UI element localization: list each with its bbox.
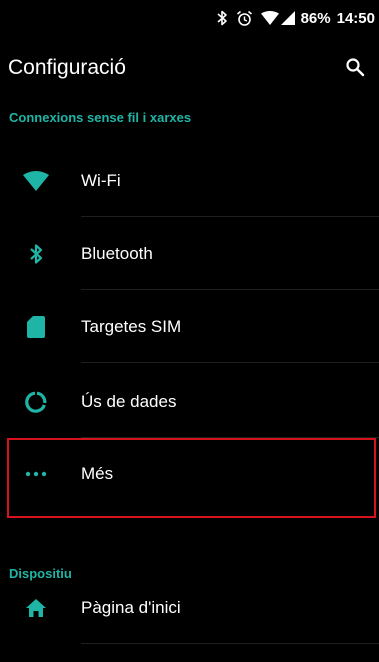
search-button[interactable] [341, 53, 369, 81]
divider [81, 216, 379, 217]
settings-item-home[interactable]: Pàgina d'inici [0, 572, 379, 644]
settings-item-label: Més [81, 464, 114, 483]
bluetooth-icon [22, 240, 50, 268]
home-icon [22, 594, 50, 622]
battery-percent: 86% [300, 9, 331, 27]
signal-icon [280, 11, 295, 25]
settings-item-label: Targetes SIM [81, 317, 182, 336]
settings-item-wifi[interactable]: Wi-Fi [0, 145, 379, 217]
settings-item-label: Ús de dades [81, 392, 177, 411]
section-header-wireless: Connexions sense fil i xarxes [9, 110, 192, 125]
settings-item-label: Bluetooth [81, 244, 153, 263]
search-icon [346, 58, 365, 77]
more-dots-icon [22, 460, 50, 488]
sim-card-icon [22, 313, 50, 341]
settings-item-data-usage[interactable]: Ús de dades [0, 366, 379, 438]
data-usage-icon [22, 388, 50, 416]
app-bar: Configuració [0, 36, 379, 98]
divider [81, 643, 379, 644]
bluetooth-status-icon [216, 10, 228, 26]
page-title: Configuració [8, 56, 126, 79]
alarm-icon [236, 10, 253, 27]
settings-item-more[interactable]: Més [0, 438, 379, 510]
settings-item-label: Wi-Fi [81, 171, 121, 190]
wifi-status-icon [260, 11, 279, 25]
settings-item-sim-cards[interactable]: Targetes SIM [0, 291, 379, 363]
settings-item-bluetooth[interactable]: Bluetooth [0, 218, 379, 290]
divider [81, 289, 379, 290]
settings-item-label: Pàgina d'inici [81, 598, 181, 617]
clock: 14:50 [336, 9, 375, 27]
status-bar: 86% 14:50 [0, 0, 379, 36]
wifi-icon [22, 167, 50, 195]
divider [81, 362, 379, 363]
